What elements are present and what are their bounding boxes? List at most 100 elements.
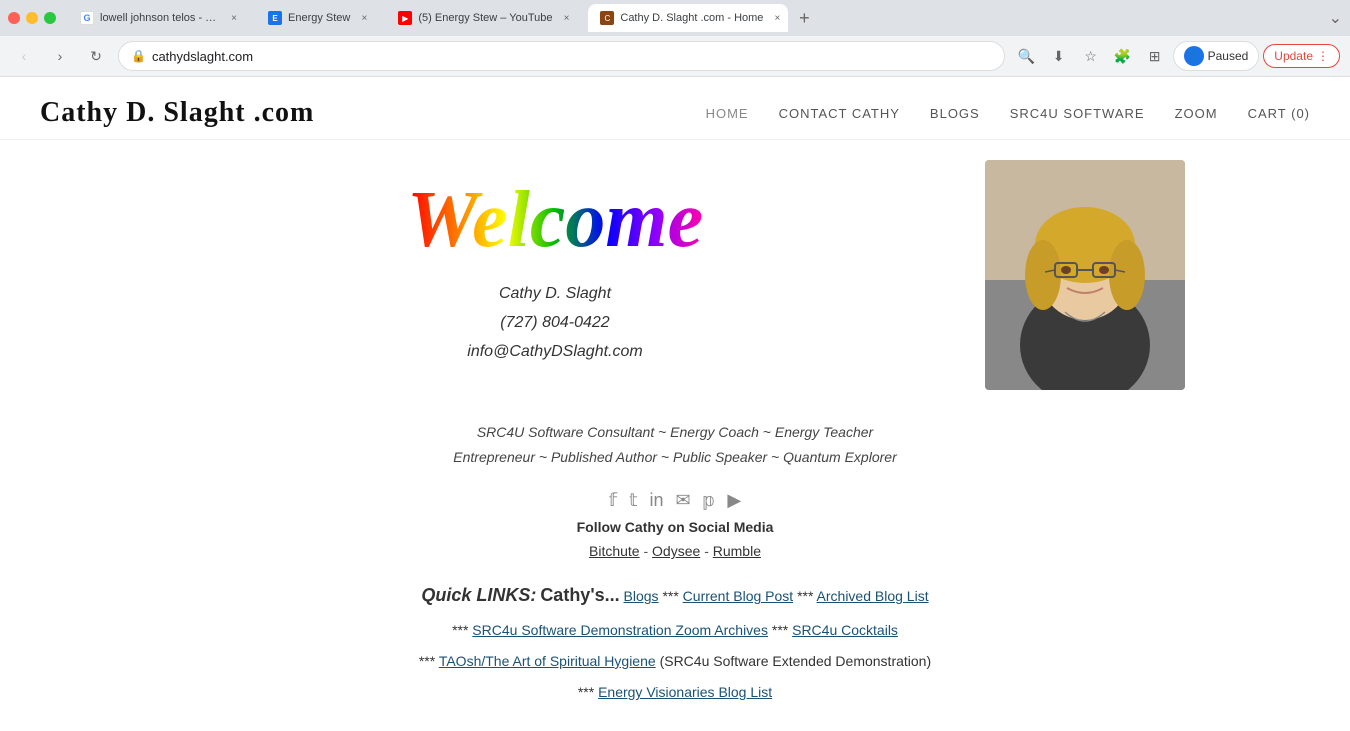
taosh-desc: (SRC4u Software Extended Demonstration) <box>660 653 932 669</box>
energy-visionaries-link[interactable]: Energy Visionaries Blog List <box>598 684 772 700</box>
quick-links-row2: *** SRC4u Software Demonstration Zoom Ar… <box>165 618 1185 643</box>
site-logo: Cathy D. Slaght .com <box>40 97 314 129</box>
tagline-line1: SRC4U Software Consultant ~ Energy Coach… <box>165 420 1185 445</box>
quick-links-section: Quick LINKS: Cathy's... Blogs *** Curren… <box>165 579 1185 705</box>
site-nav: HOME CONTACT CATHY BLOGS SRC4U SOFTWARE … <box>706 106 1310 121</box>
separator2: - <box>704 543 713 559</box>
pinterest-icon[interactable]: 𝕡 <box>703 490 716 511</box>
bookmark-icon[interactable]: ☆ <box>1077 42 1105 70</box>
src4u-cocktails-link[interactable]: SRC4u Cocktails <box>792 622 898 638</box>
quick-links-title: Quick LINKS: <box>421 585 536 605</box>
refresh-button[interactable]: ↻ <box>82 42 110 70</box>
row4-pre: *** <box>578 684 598 700</box>
tagline-line2: Entrepreneur ~ Published Author ~ Public… <box>165 445 1185 470</box>
nav-contact-cathy[interactable]: CONTACT CATHY <box>779 106 900 121</box>
tab-favicon-google: G <box>80 11 94 25</box>
nav-home[interactable]: HOME <box>706 106 749 121</box>
update-button[interactable]: Update ⋮ <box>1263 44 1340 68</box>
address-bar-row: ‹ › ↻ 🔒 cathydslaght.com 🔍 ⬇ ☆ 🧩 ⊞ 👤 Pau… <box>0 36 1350 76</box>
tagline-section: SRC4U Software Consultant ~ Energy Coach… <box>165 420 1185 470</box>
tab-close-button[interactable]: × <box>769 10 785 26</box>
close-window-button[interactable] <box>8 12 20 24</box>
nav-src4u-software[interactable]: SRC4U SOFTWARE <box>1010 106 1145 121</box>
email-icon[interactable]: ✉ <box>676 490 691 511</box>
nav-blogs[interactable]: BLOGS <box>930 106 980 121</box>
split-screen-icon[interactable]: ⊞ <box>1141 42 1169 70</box>
hero-email-link[interactable]: info@CathyDSlaght.com <box>467 343 642 360</box>
site-header: Cathy D. Slaght .com HOME CONTACT CATHY … <box>0 77 1350 140</box>
user-avatar: 👤 <box>1184 46 1204 66</box>
tab-cathy-slaght[interactable]: C Cathy D. Slaght .com - Home × <box>588 4 788 32</box>
main-content: Welcome Cathy D. Slaght (727) 804-0422 i… <box>125 140 1225 731</box>
row2-pre: *** <box>452 622 472 638</box>
archived-blog-list-link[interactable]: Archived Blog List <box>817 588 929 604</box>
quick-links-row3: *** TAOsh/The Art of Spiritual Hygiene (… <box>165 649 1185 674</box>
tab-favicon-energy-stew: E <box>268 11 282 25</box>
back-button[interactable]: ‹ <box>10 42 38 70</box>
maximize-window-button[interactable] <box>44 12 56 24</box>
current-blog-post-link[interactable]: Current Blog Post <box>683 588 794 604</box>
tab-title: Energy Stew <box>288 12 350 24</box>
taosh-link[interactable]: TAOsh/The Art of Spiritual Hygiene <box>439 653 656 669</box>
tab-youtube-energy-stew[interactable]: ▶ (5) Energy Stew – YouTube × <box>386 4 586 32</box>
hero-photo <box>985 160 1185 390</box>
linkedin-icon[interactable]: in <box>650 490 664 511</box>
tab-close-button[interactable]: × <box>559 10 575 26</box>
follow-social-label: Follow Cathy on Social Media <box>165 519 1185 535</box>
twitter-icon[interactable]: 𝕥 <box>629 490 637 511</box>
tab-close-button[interactable]: × <box>356 10 372 26</box>
tab-title: (5) Energy Stew – YouTube <box>418 12 552 24</box>
quick-links-row1: Quick LINKS: Cathy's... Blogs *** Curren… <box>165 579 1185 611</box>
sep2: *** <box>797 588 816 604</box>
src4u-demo-link[interactable]: SRC4u Software Demonstration Zoom Archiv… <box>472 622 768 638</box>
update-menu-icon: ⋮ <box>1317 49 1329 63</box>
row3-pre: *** <box>419 653 439 669</box>
person-photo-svg <box>985 160 1185 390</box>
odysee-link[interactable]: Odysee <box>652 543 700 559</box>
sep1: *** <box>662 588 682 604</box>
forward-button[interactable]: › <box>46 42 74 70</box>
tab-title: Cathy D. Slaght .com - Home <box>620 12 763 24</box>
quick-links-row4: *** Energy Visionaries Blog List <box>165 680 1185 705</box>
cathys-label: Cathy's... <box>540 585 619 605</box>
nav-cart[interactable]: CART (0) <box>1248 106 1310 121</box>
social-icons-row: 𝕗 𝕥 in ✉ 𝕡 ▶ <box>165 490 1185 511</box>
separator1: - <box>643 543 652 559</box>
lock-icon: 🔒 <box>131 49 146 63</box>
video-links-row: Bitchute - Odysee - Rumble <box>165 543 1185 559</box>
tab-lowell-johnson[interactable]: G lowell johnson telos - Google S... × <box>68 4 254 32</box>
toolbar-right: 🔍 ⬇ ☆ 🧩 ⊞ 👤 Paused Update ⋮ <box>1013 41 1340 71</box>
facebook-icon[interactable]: 𝕗 <box>609 490 617 511</box>
tab-energy-stew[interactable]: E Energy Stew × <box>256 4 384 32</box>
tab-title: lowell johnson telos - Google S... <box>100 12 220 24</box>
rumble-link[interactable]: Rumble <box>713 543 761 559</box>
address-box[interactable]: 🔒 cathydslaght.com <box>118 41 1005 71</box>
hero-email: info@CathyDSlaght.com <box>467 338 642 367</box>
welcome-text: Welcome <box>407 180 703 260</box>
search-icon[interactable]: 🔍 <box>1013 42 1041 70</box>
paused-label: Paused <box>1208 49 1249 63</box>
tab-favicon-youtube: ▶ <box>398 11 412 25</box>
social-section: 𝕗 𝕥 in ✉ 𝕡 ▶ Follow Cathy on Social Medi… <box>165 490 1185 559</box>
minimize-window-button[interactable] <box>26 12 38 24</box>
contact-info: Cathy D. Slaght (727) 804-0422 info@Cath… <box>467 280 642 366</box>
browser-chrome: G lowell johnson telos - Google S... × E… <box>0 0 1350 77</box>
hero-left: Welcome Cathy D. Slaght (727) 804-0422 i… <box>165 160 945 366</box>
new-tab-button[interactable]: + <box>790 4 818 32</box>
tab-strip-end[interactable]: ⌄ <box>1329 8 1342 28</box>
hero-name: Cathy D. Slaght <box>467 280 642 309</box>
blogs-link[interactable]: Blogs <box>624 588 659 604</box>
bitchute-link[interactable]: Bitchute <box>589 543 640 559</box>
extensions-icon[interactable]: 🧩 <box>1109 42 1137 70</box>
tab-favicon-cathy: C <box>600 11 614 25</box>
tab-bar: G lowell johnson telos - Google S... × E… <box>0 0 1350 36</box>
youtube-icon[interactable]: ▶ <box>727 490 741 511</box>
tab-close-button[interactable]: × <box>226 10 242 26</box>
download-icon[interactable]: ⬇ <box>1045 42 1073 70</box>
hero-section: Welcome Cathy D. Slaght (727) 804-0422 i… <box>165 160 1185 390</box>
traffic-lights <box>8 12 56 24</box>
nav-zoom[interactable]: ZOOM <box>1175 106 1218 121</box>
hero-phone: (727) 804-0422 <box>467 309 642 338</box>
paused-button[interactable]: 👤 Paused <box>1173 41 1260 71</box>
sep3: *** <box>772 622 792 638</box>
